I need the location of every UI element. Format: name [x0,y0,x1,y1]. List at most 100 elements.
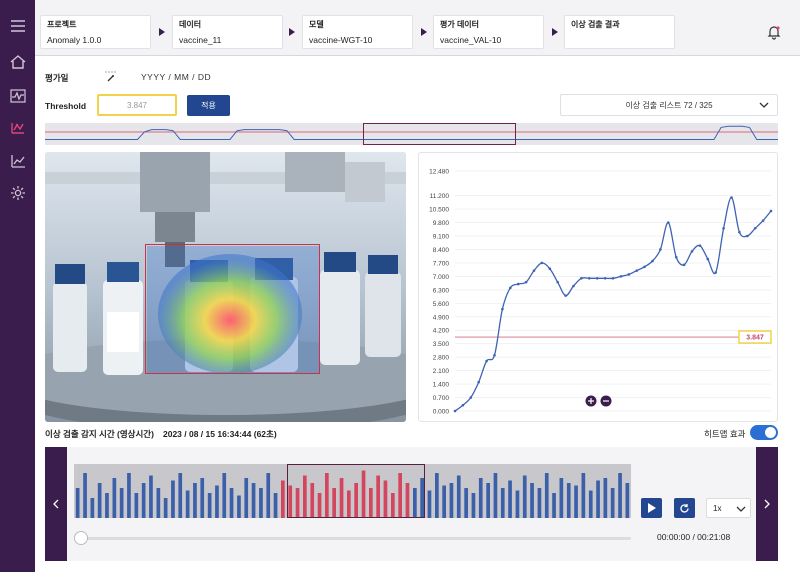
timeline-bar [596,480,600,518]
timeline-bar [273,493,278,518]
timeline-bar [141,483,146,518]
y-tick-label: 12.480 [429,169,449,176]
data-point [619,275,623,278]
data-point [651,259,654,263]
y-tick-label: 11.200 [430,193,450,200]
y-tick-label: 10.500 [429,207,449,214]
time-readout: 00:00:00 / 00:21:08 [657,532,731,542]
anomaly-roi-box [145,244,320,374]
threshold-label: Threshold [45,101,87,111]
timeline-bar [449,483,454,518]
date-input[interactable]: YYYY / MM / DD [141,72,211,82]
timeline-bar [464,488,468,518]
timeline-bar [244,478,249,518]
crumb-result[interactable]: 이상 검출 결과 [564,15,675,49]
timeline-bar [530,483,534,518]
crumb-label: 데이터 [179,20,202,29]
timeline-bar [581,473,586,518]
home-icon[interactable] [6,50,29,73]
threshold-input[interactable] [97,94,177,116]
crumb-value: vaccine-WGT-10 [309,35,373,45]
timeline-bar [237,495,241,518]
heatmap-toggle[interactable] [750,425,778,440]
timeline-bar [508,480,512,518]
bell-icon[interactable] [766,24,782,40]
timeline-bar [83,473,87,518]
crumb-label: 모델 [309,20,324,29]
data-point [722,227,725,230]
timeline-bar [515,490,520,518]
speed-select[interactable]: 1x [706,498,751,518]
chevron-down-icon [736,506,746,512]
crumb-eval-data[interactable]: 평가 데이터 vaccine_VAL-10 [433,15,544,49]
sidebar [0,0,35,572]
y-tick-label: 2.100 [433,368,450,375]
timeline-bars[interactable] [74,464,631,518]
data-point [588,277,591,280]
y-tick-label: 3.500 [433,341,450,348]
data-point [690,250,694,253]
gear-icon[interactable] [6,181,29,204]
data-point [548,267,552,270]
chart-icon[interactable] [6,149,29,172]
timeline-bar [193,483,197,518]
data-point [635,269,638,272]
timeline-bar [552,493,556,518]
data-point [682,263,686,267]
crumb-value: vaccine_VAL-10 [440,35,502,45]
y-tick-label: 0.700 [433,395,450,402]
anomaly-list-select[interactable]: 이상 검출 리스트 72 / 325 [560,94,778,116]
replay-button[interactable] [674,498,695,518]
scrub-handle[interactable] [74,531,88,545]
timeline-bar [625,483,630,518]
detect-time-value: 2023 / 08 / 15 16:34:44 (62초) [163,429,277,439]
timeline-next-button[interactable] [756,447,778,561]
zoom-in-button[interactable] [585,395,597,407]
calendar-icon[interactable] [104,70,118,84]
scrub-track[interactable] [81,537,631,540]
data-point [611,277,615,280]
timeline-bar [134,493,139,518]
data-point [461,403,465,407]
data-point [485,359,488,363]
timeline-selection-window[interactable] [287,464,425,518]
apply-button[interactable]: 적용 [187,95,230,116]
overview-selection-window[interactable] [363,123,516,145]
data-point [493,353,496,357]
crumb-label: 이상 검출 결과 [571,20,620,29]
breadcrumb-arrow-icon [159,28,165,36]
timeline-bar [456,475,461,518]
timeline-bar [544,473,549,518]
data-point [746,234,749,238]
timeline-bar [178,473,183,518]
timeline-bar [185,490,190,518]
chevron-down-icon [759,102,769,108]
timeline-bar [259,488,263,518]
chevron-right-icon [764,499,770,509]
waveform-icon[interactable] [6,84,29,107]
data-point [564,294,567,297]
data-point [769,209,773,213]
breadcrumb-arrow-icon [289,28,295,36]
anomaly-icon[interactable] [6,116,29,139]
crumb-model[interactable]: 모델 vaccine-WGT-10 [302,15,413,49]
data-point [643,265,646,269]
menu-icon[interactable] [6,14,29,37]
timeline-bar [112,478,117,518]
overview-strip[interactable] [45,123,778,145]
date-label: 평가일 [45,73,69,83]
play-button[interactable] [641,498,662,518]
crumb-data[interactable]: 데이터 vaccine_11 [172,15,283,49]
zoom-out-button[interactable] [600,395,612,407]
data-point [595,277,599,280]
y-tick-label: 9.800 [433,220,450,227]
data-point [509,286,512,290]
timeline-bar [105,493,109,518]
timeline-prev-button[interactable] [45,447,67,561]
y-tick-label: 7.000 [433,274,450,281]
timeline-bar [493,473,498,518]
crumb-project[interactable]: 프로젝트 Anomaly 1.0.0 [40,15,151,49]
y-tick-label: 8.400 [433,247,450,254]
timeline-bar [222,473,227,518]
timeline-bar [574,485,578,518]
